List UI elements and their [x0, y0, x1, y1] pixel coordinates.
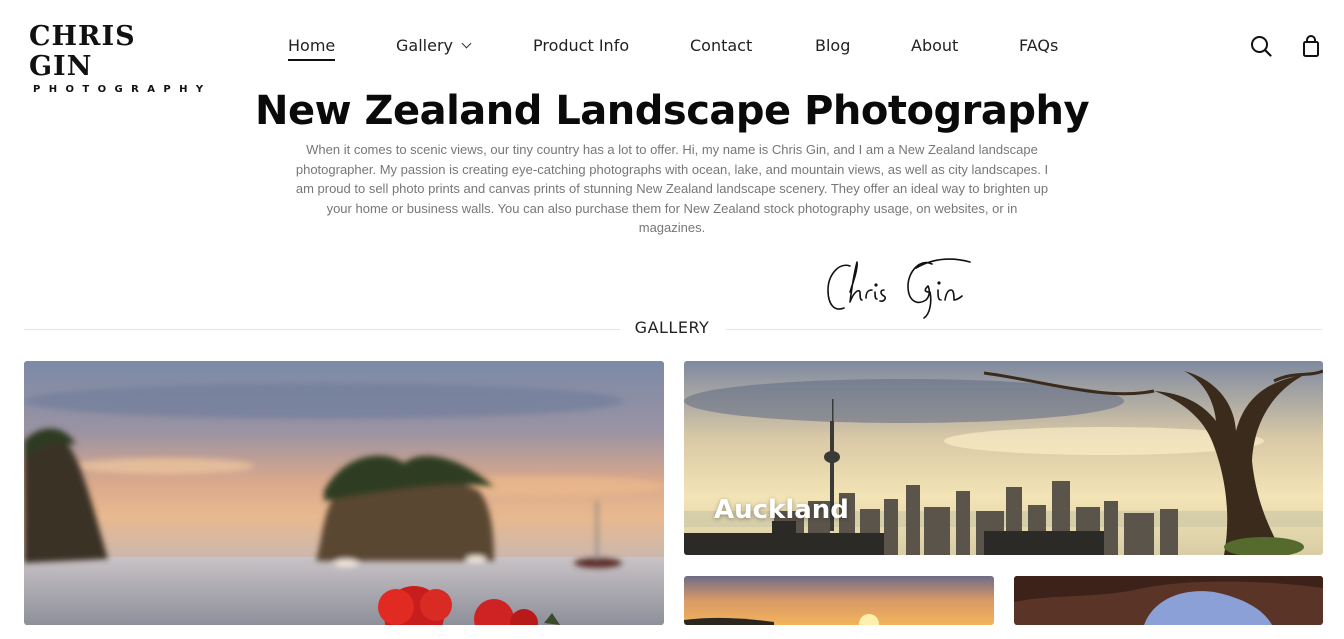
site-logo[interactable]: CHRIS GIN PHOTOGRAPHY	[29, 21, 209, 96]
cave-photo	[1014, 576, 1323, 625]
gallery-tile-cave[interactable]	[1014, 576, 1323, 625]
shopping-bag-icon[interactable]	[1302, 35, 1320, 63]
gallery-tile-auckland[interactable]: Auckland	[684, 361, 1323, 555]
nav-item-gallery[interactable]: Gallery	[396, 36, 472, 56]
nav-item-about[interactable]: About	[911, 36, 958, 56]
page-title: New Zealand Landscape Photography	[254, 88, 1090, 134]
intro-paragraph: When it comes to scenic views, our tiny …	[295, 142, 1049, 235]
nav-item-gallery-label: Gallery	[396, 36, 453, 55]
search-icon[interactable]	[1250, 35, 1272, 62]
gallery-tile-sunset[interactable]	[684, 576, 994, 625]
nav-item-contact[interactable]: Contact	[690, 36, 752, 56]
nav-item-product-info[interactable]: Product Info	[533, 36, 629, 56]
site-header: CHRIS GIN PHOTOGRAPHY Home Gallery Produ…	[0, 0, 1344, 96]
signature-image	[820, 252, 990, 322]
gallery-tile-label: Auckland	[714, 495, 849, 525]
logo-main-text: CHRIS GIN	[29, 21, 136, 82]
gallery-tile-bay[interactable]	[24, 361, 664, 625]
bay-photo	[24, 361, 664, 625]
gallery-divider-right	[726, 329, 1322, 330]
sunset-photo	[684, 576, 994, 625]
nav-item-home[interactable]: Home	[288, 36, 336, 61]
nav-item-faqs[interactable]: FAQs	[1019, 36, 1058, 56]
chevron-down-icon	[461, 38, 472, 49]
nav-item-blog[interactable]: Blog	[815, 36, 850, 56]
auckland-photo	[684, 361, 1323, 555]
gallery-heading: GALLERY	[634, 318, 710, 337]
